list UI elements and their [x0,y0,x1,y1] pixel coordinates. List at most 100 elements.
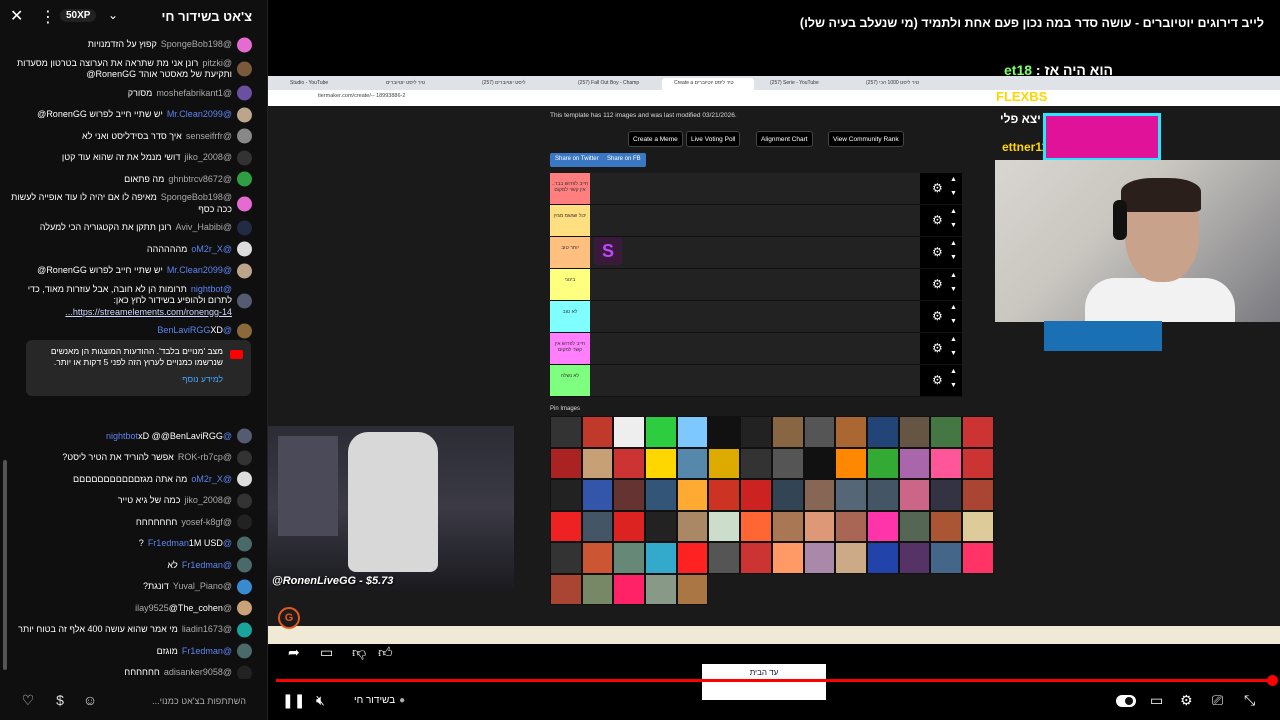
chat-username[interactable]: @SpongeBob198 [161,192,232,202]
video-player[interactable]: לייב דירוגים יוטיוברים - עושה סדר במה נכ… [268,0,1280,720]
chat-message[interactable]: @Fr1edman1M USD? [0,533,268,555]
chat-username[interactable]: @yosef-k8gf [181,517,232,527]
chat-message[interactable]: @SpongeBob198 קפוץ על הזדמנויות [0,34,268,56]
avatar[interactable] [237,665,252,679]
avatar[interactable] [237,85,252,101]
chat-username[interactable]: @Yuval_Piano [173,581,232,591]
chat-message[interactable]: @SpongeBob198מאיפה לו אם יהיה לו עוד אופ… [0,190,268,217]
chat-title[interactable]: צ'אט בשידור חי [162,9,253,24]
chat-message[interactable]: @Mr.Clean2099 יש שתיי חייב לפרוש RonenGG@ [0,260,268,282]
chat-username[interactable]: @Mr.Clean2099 [167,109,232,119]
learn-more-link[interactable]: למידע נוסף [32,374,223,385]
avatar[interactable] [237,171,252,187]
chat-message[interactable]: @pitzkiרונן אני מת שתראה את הערוצה בטרטו… [0,56,268,83]
avatar[interactable] [237,323,252,339]
chat-username[interactable]: @moshefabrikant1 [156,88,232,98]
avatar[interactable] [237,61,252,77]
close-icon[interactable]: ✕ [10,6,23,26]
chat-username[interactable]: @nightbot [191,284,232,294]
chat-username[interactable]: @ghnbtrcv8672 [168,174,232,184]
chat-message[interactable]: @Fr1edman לא [0,555,268,577]
comment-icon[interactable]: ▭ [320,644,333,661]
chat-message[interactable]: @moshefabrikant1מסורק [0,83,268,105]
chat-message[interactable]: @yosef-k8gfחחחחחחח [0,512,268,534]
chat-message[interactable]: @liadin1673 מי אמר שהוא עושה 400 אלף זה ב… [0,619,268,641]
avatar[interactable] [237,263,252,279]
avatar[interactable] [237,579,252,595]
chat-message[interactable]: @Aviv_Habibiרונן תתקן את הקטגוריה הכי למ… [0,217,268,239]
chat-message[interactable]: @senseifrfr איך סדר בסידליסט ואני לא [0,126,268,148]
heart-icon[interactable]: ♡ [18,692,38,712]
more-options-icon[interactable]: ⋮ [40,7,56,27]
chat-username[interactable]: @Mr.Clean2099 [167,265,232,275]
chat-message-text: חחחחחחח [135,516,178,527]
chat-message[interactable]: @oM2r_Xמה אתה מגזםםםםםםםםםםם [0,469,268,491]
avatar[interactable] [237,241,252,257]
chat-username[interactable]: @Fr1edman [182,646,232,656]
avatar[interactable] [237,536,252,552]
tier-image-thumbnail [676,447,709,479]
chat-message[interactable]: @oM2r_Xמהההההה [0,239,268,261]
chat-message[interactable]: @Yuval_Piano דונגת? [0,576,268,598]
chat-message[interactable]: @ilay9525@The_cohen [0,598,268,620]
avatar[interactable] [237,428,252,444]
dislike-icon[interactable]: 👎︎ [352,644,366,661]
chat-username[interactable]: @SpongeBob198 [161,39,232,49]
chat-username[interactable]: @oM2r_X [191,474,232,484]
progress-bar[interactable] [276,675,1278,686]
chat-message[interactable]: @Fr1edman מוגזם [0,641,268,663]
avatar[interactable] [237,450,252,466]
chat-message[interactable]: @BenLaviRGGXD [0,320,268,342]
chat-username[interactable]: @Fr1edman [182,560,232,570]
like-icon[interactable]: 👍︎ [378,644,393,661]
chat-username[interactable]: @ROK-rb7cp [178,452,232,462]
chat-message[interactable]: @ghnbtrcv8672מה פתאום [0,169,268,191]
progress-scrubber[interactable] [1267,675,1278,686]
settings-gear-icon[interactable]: ⚙ [1180,692,1193,709]
chat-message[interactable]: @ROK-rb7cp אפשר להוריד את הטיר ליסט? [0,447,268,469]
avatar[interactable] [237,293,252,309]
tier-image-thumbnail [676,573,709,605]
avatar[interactable] [237,514,252,530]
chat-message[interactable]: @adisanker9058 חחחחחח [0,662,268,679]
chat-username[interactable]: @jiko_2008 [184,152,232,162]
chat-username[interactable]: @pitzki [202,58,232,68]
chat-username[interactable]: @oM2r_X [191,244,232,254]
chat-username[interactable]: @jiko_2008 [184,495,232,505]
chat-username[interactable]: @Aviv_Habibi [175,222,232,232]
pause-icon[interactable]: ❚❚ [282,692,305,709]
chat-message[interactable]: @nightbotxD @@BenLaviRGG [0,426,268,448]
avatar[interactable] [237,196,252,211]
chat-username[interactable]: @adisanker9058 [164,667,232,677]
avatar[interactable] [237,220,252,236]
avatar[interactable] [237,493,252,509]
avatar[interactable] [237,37,252,53]
xp-badge[interactable]: 50XP [60,9,97,22]
avatar[interactable] [237,150,252,166]
chat-message[interactable]: @jiko_2008דושי מנמל את זה שהוא עוד קטן [0,147,268,169]
chat-input-field[interactable]: השתתפות בצ'אט כמנוי... [80,692,260,712]
live-indicator[interactable]: ●בשידור חי [354,695,405,706]
avatar[interactable] [237,643,252,659]
chat-message[interactable]: @nightbotתרומות הן לא חובה, אבל עוזרות מ… [0,282,268,321]
avatar[interactable] [237,600,252,616]
chat-username[interactable]: @liadin1673 [182,624,232,634]
chat-username[interactable]: @senseifrfr [186,131,232,141]
subtitles-icon[interactable]: ▭ [1150,692,1163,709]
mute-icon[interactable]: 🔇︎ [316,692,325,709]
chat-link[interactable]: https://streamelements.com/ronengg-14... [10,307,232,319]
chevron-up-icon[interactable]: ⌃ [766,692,778,709]
exit-fullscreen-icon[interactable]: ⤡ [1244,692,1255,709]
cast-icon[interactable]: ⎚ [1212,692,1223,709]
autoplay-toggle[interactable] [1116,695,1136,707]
chat-message[interactable]: @Mr.Clean2099 יש שתיי חייב לפרוש RonenGG@ [0,104,268,126]
avatar[interactable] [237,557,252,573]
avatar[interactable] [237,622,252,638]
chevron-down-icon[interactable]: ⌄ [108,8,118,22]
avatar[interactable] [237,107,252,123]
avatar[interactable] [237,128,252,144]
avatar[interactable] [237,471,252,487]
chat-message[interactable]: @jiko_2008כמה של גיא טייר [0,490,268,512]
share-icon[interactable]: ➦ [288,644,300,661]
money-icon[interactable]: $ [50,692,70,712]
